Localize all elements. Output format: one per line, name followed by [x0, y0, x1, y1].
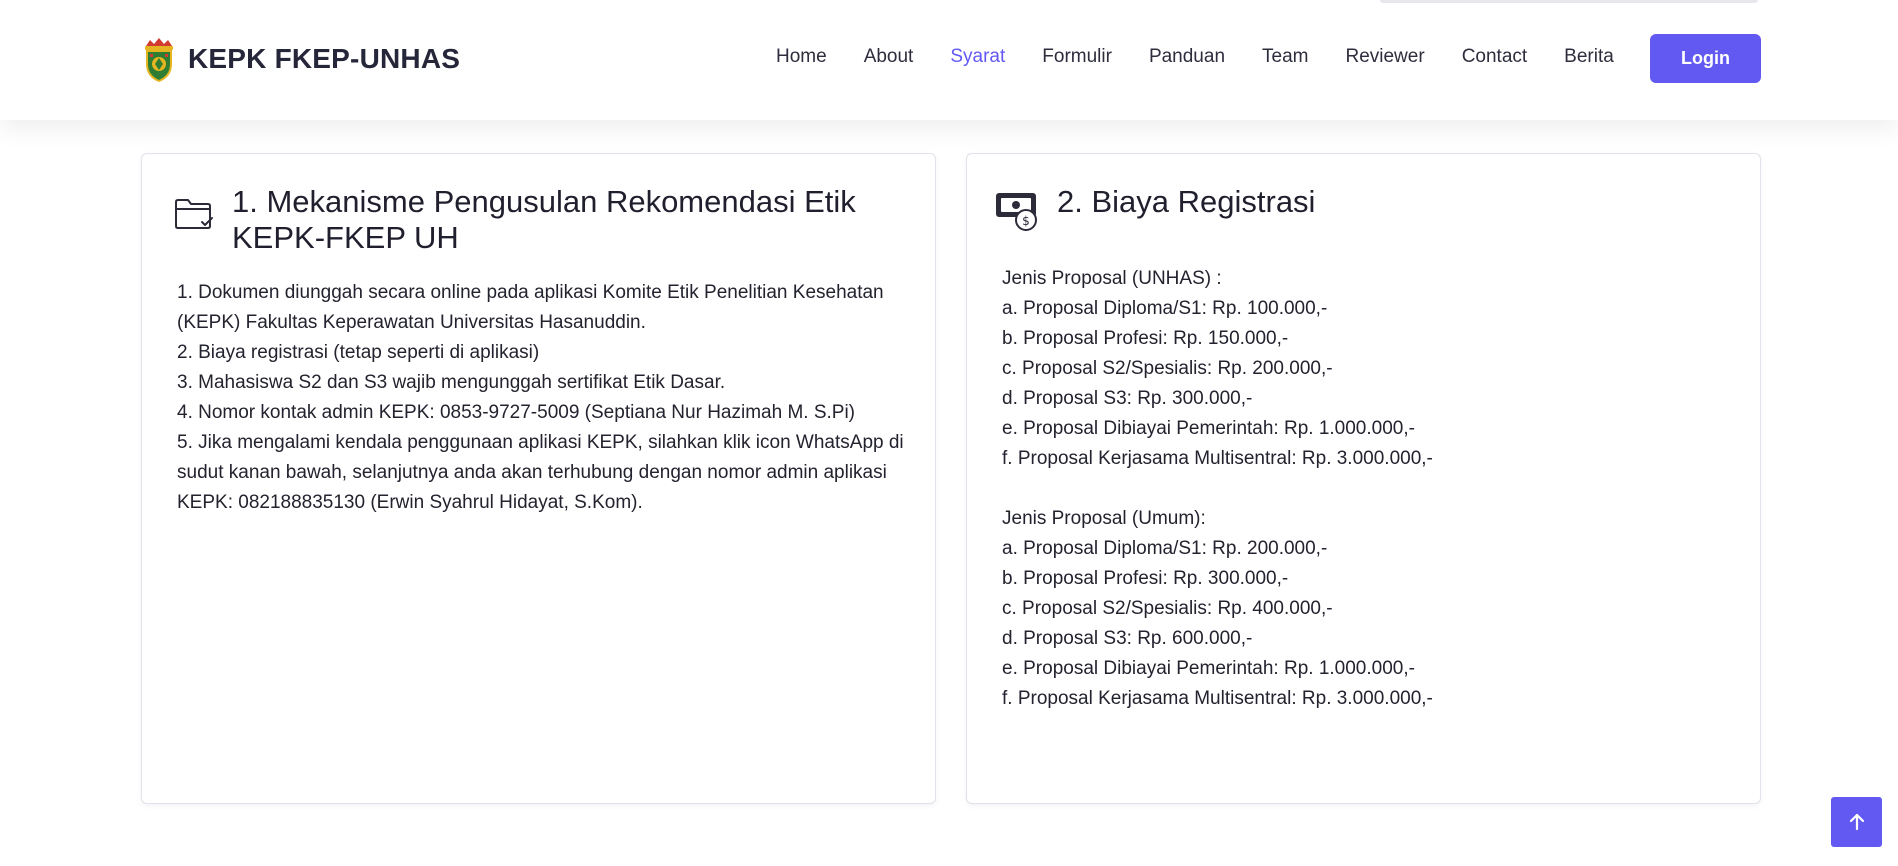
- folder-check-icon: [175, 199, 213, 229]
- nav-item-berita[interactable]: Berita: [1564, 46, 1614, 68]
- arrow-up-icon: [1849, 813, 1864, 831]
- mekanisme-item: 5. Jika mengalami kendala penggunaan apl…: [177, 432, 904, 513]
- fee-item: b. Proposal Profesi: Rp. 150.000,-: [1002, 328, 1289, 349]
- mekanisme-item: 4. Nomor kontak admin KEPK: 0853-9727-50…: [177, 402, 855, 423]
- fee-item: a. Proposal Diploma/S1: Rp. 100.000,-: [1002, 298, 1328, 319]
- mekanisme-body: 1. Dokumen diunggah secara online pada a…: [177, 278, 907, 518]
- unhas-heading: Jenis Proposal (UNHAS) :: [1002, 268, 1222, 289]
- main-nav: Home About Syarat Formulir Panduan Team …: [776, 46, 1614, 68]
- nav-item-panduan[interactable]: Panduan: [1149, 46, 1225, 68]
- fee-item: e. Proposal Dibiayai Pemerintah: Rp. 1.0…: [1002, 418, 1415, 439]
- nav-item-syarat[interactable]: Syarat: [950, 46, 1005, 68]
- fee-item: b. Proposal Profesi: Rp. 300.000,-: [1002, 568, 1289, 589]
- unhas-crest-icon: [145, 38, 173, 82]
- mekanisme-item: 2. Biaya registrasi (tetap seperti di ap…: [177, 342, 540, 363]
- mekanisme-title: 1. Mekanisme Pengusulan Rekomendasi Etik…: [232, 184, 856, 255]
- biaya-card: $ 2. Biaya Registrasi Jenis Proposal (UN…: [966, 153, 1761, 804]
- nav-item-contact[interactable]: Contact: [1462, 46, 1527, 68]
- fee-item: d. Proposal S3: Rp. 600.000,-: [1002, 628, 1253, 649]
- nav-item-about[interactable]: About: [864, 46, 914, 68]
- biaya-body: Jenis Proposal (UNHAS) : a. Proposal Dip…: [1002, 264, 1732, 714]
- fee-item: c. Proposal S2/Spesialis: Rp. 200.000,-: [1002, 358, 1333, 379]
- mekanisme-item: 3. Mahasiswa S2 dan S3 wajib mengunggah …: [177, 372, 726, 393]
- fee-item: f. Proposal Kerjasama Multisentral: Rp. …: [1002, 688, 1433, 709]
- mekanisme-card: 1. Mekanisme Pengusulan Rekomendasi Etik…: [141, 153, 936, 804]
- site-header: KEPK FKEP-UNHAS Home About Syarat Formul…: [0, 0, 1898, 120]
- fee-item: f. Proposal Kerjasama Multisentral: Rp. …: [1002, 448, 1433, 469]
- brand-link[interactable]: KEPK FKEP-UNHAS: [140, 36, 460, 82]
- fee-item: d. Proposal S3: Rp. 300.000,-: [1002, 388, 1253, 409]
- mekanisme-item: 1. Dokumen diunggah secara online pada a…: [177, 282, 884, 333]
- nav-item-team[interactable]: Team: [1262, 46, 1308, 68]
- nav-item-reviewer[interactable]: Reviewer: [1345, 46, 1424, 68]
- fee-item: c. Proposal S2/Spesialis: Rp. 400.000,-: [1002, 598, 1333, 619]
- nav-item-home[interactable]: Home: [776, 46, 827, 68]
- biaya-title: 2. Biaya Registrasi: [1057, 184, 1316, 219]
- umum-heading: Jenis Proposal (Umum):: [1002, 508, 1206, 529]
- money-cycle-icon: $: [996, 193, 1037, 231]
- brand-title: KEPK FKEP-UNHAS: [188, 43, 461, 74]
- svg-text:$: $: [1022, 214, 1030, 228]
- scroll-top-button[interactable]: [1831, 797, 1882, 847]
- section-spacer: [1002, 474, 1732, 504]
- top-strip: [1380, 0, 1758, 3]
- nav-item-formulir[interactable]: Formulir: [1042, 46, 1112, 68]
- login-button[interactable]: Login: [1650, 34, 1761, 83]
- fee-item: a. Proposal Diploma/S1: Rp. 200.000,-: [1002, 538, 1328, 559]
- fee-item: e. Proposal Dibiayai Pemerintah: Rp. 1.0…: [1002, 658, 1415, 679]
